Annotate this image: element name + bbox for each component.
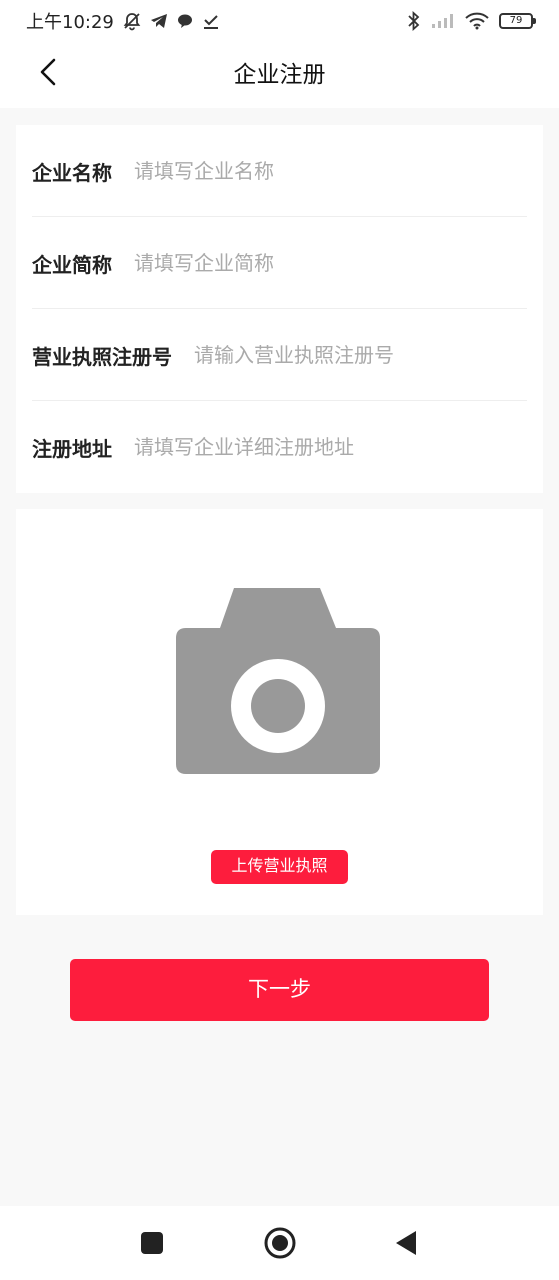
wifi-icon xyxy=(465,12,489,30)
camera-icon[interactable] xyxy=(174,584,382,776)
triangle-back-icon[interactable] xyxy=(392,1228,422,1258)
chat-bubble-icon xyxy=(176,12,194,30)
next-step-button[interactable]: 下一步 xyxy=(70,959,489,1021)
license-number-input[interactable] xyxy=(194,343,527,367)
bell-off-icon xyxy=(122,11,142,31)
license-upload-card: 上传营业执照 xyxy=(16,509,543,915)
square-icon[interactable] xyxy=(137,1228,167,1258)
company-name-input[interactable] xyxy=(134,159,527,183)
registered-address-label: 注册地址 xyxy=(32,436,112,461)
company-short-name-input[interactable] xyxy=(134,251,527,275)
battery-level: 79 xyxy=(509,15,523,26)
status-right: 79 xyxy=(407,11,536,31)
form-row-company-short-name: 企业简称 xyxy=(32,217,527,309)
status-time: 上午10:29 xyxy=(26,12,114,33)
upload-license-button[interactable]: 上传营业执照 xyxy=(211,850,348,884)
circle-home-icon[interactable] xyxy=(263,1226,297,1260)
page-title: 企业注册 xyxy=(233,62,326,88)
header: 企业注册 xyxy=(0,42,559,108)
battery-icon: 79 xyxy=(499,13,536,29)
signal-icon xyxy=(431,13,455,29)
form-row-registered-address: 注册地址 xyxy=(32,401,527,493)
registered-address-input[interactable] xyxy=(134,435,527,459)
system-nav-bar xyxy=(0,1206,559,1280)
status-bar: 上午10:29 79 xyxy=(0,0,559,42)
download-check-icon xyxy=(202,12,220,30)
bluetooth-icon xyxy=(407,11,421,31)
license-number-label: 营业执照注册号 xyxy=(32,344,172,369)
company-info-form: 企业名称 企业简称 营业执照注册号 注册地址 xyxy=(16,125,543,493)
status-left: 上午10:29 xyxy=(26,8,220,34)
form-row-license-number: 营业执照注册号 xyxy=(32,309,527,401)
company-name-label: 企业名称 xyxy=(32,160,112,185)
form-row-company-name: 企业名称 xyxy=(32,125,527,217)
telegram-icon xyxy=(150,12,168,30)
company-short-name-label: 企业简称 xyxy=(32,252,112,277)
